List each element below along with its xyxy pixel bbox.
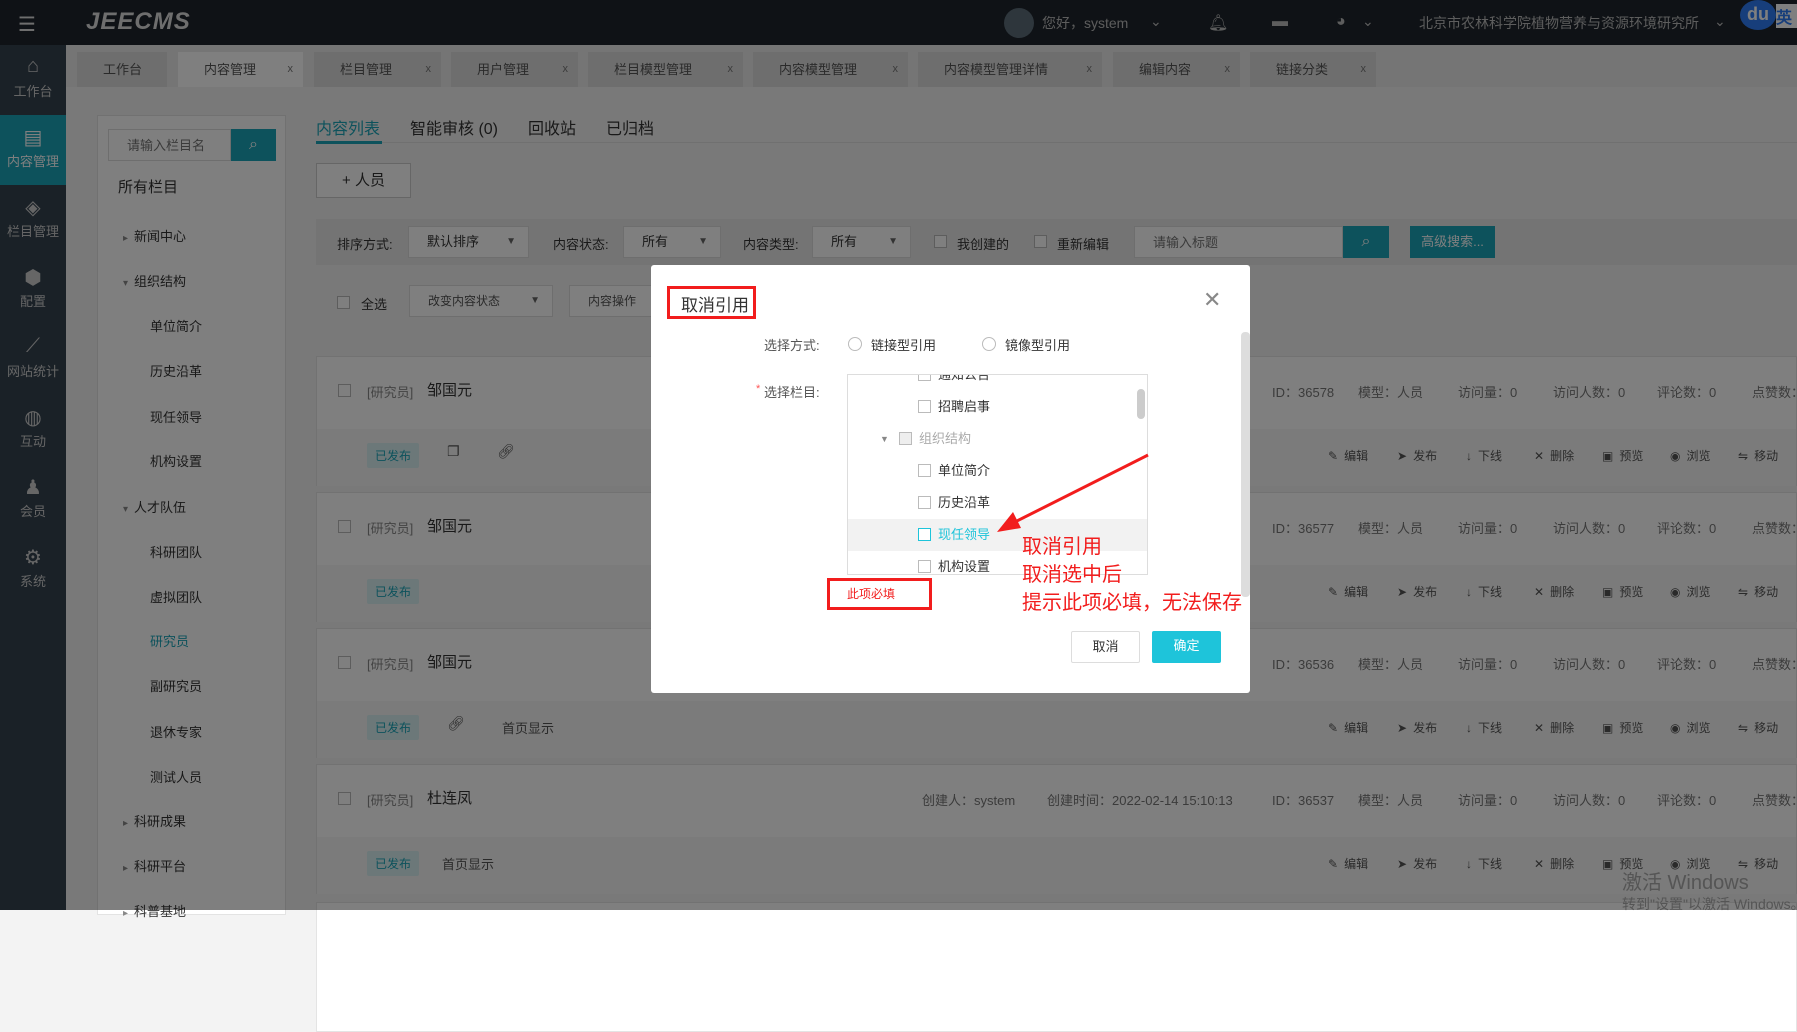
dialog-title: 取消引用 bbox=[681, 296, 749, 315]
column-checkbox[interactable] bbox=[918, 400, 931, 413]
dialog-scrollbar[interactable] bbox=[1241, 332, 1250, 597]
confirm-button[interactable]: 确定 bbox=[1152, 631, 1221, 663]
link-reference-label[interactable]: 链接型引用 bbox=[871, 335, 936, 354]
caret-down-icon[interactable]: ▼ bbox=[880, 423, 889, 455]
annotation-line2: 取消选中后 bbox=[1022, 564, 1122, 586]
column-label: 选择栏目: bbox=[764, 385, 820, 400]
column-label: 现任领导 bbox=[938, 527, 991, 542]
mirror-reference-radio[interactable] bbox=[982, 337, 996, 351]
column-label: 历史沿革 bbox=[938, 495, 991, 510]
column-tree-item[interactable]: 通知公告 bbox=[848, 374, 1147, 391]
tree-scrollbar[interactable] bbox=[1137, 389, 1145, 419]
column-label: 组织结构 bbox=[919, 431, 972, 446]
required-error: 此项必填 bbox=[847, 587, 896, 601]
column-tree-item[interactable]: 招聘启事 bbox=[848, 391, 1147, 423]
column-checkbox[interactable] bbox=[918, 375, 931, 381]
column-checkbox[interactable] bbox=[918, 528, 931, 541]
required-mark: * bbox=[756, 383, 761, 395]
column-checkbox[interactable] bbox=[918, 496, 931, 509]
annotation-arrow bbox=[997, 453, 1149, 532]
column-checkbox[interactable] bbox=[918, 560, 931, 573]
mirror-reference-label[interactable]: 镜像型引用 bbox=[1005, 335, 1070, 354]
annotation-line3: 提示此项必填，无法保存 bbox=[1022, 592, 1242, 614]
column-checkbox[interactable] bbox=[918, 464, 931, 477]
column-label: 通知公告 bbox=[938, 374, 991, 382]
cancel-reference-dialog: 取消引用 ✕ 选择方式: 链接型引用 镜像型引用 * 选择栏目: 通知公告招聘启… bbox=[651, 265, 1250, 693]
column-label: 招聘启事 bbox=[938, 399, 991, 414]
close-icon[interactable]: ✕ bbox=[1203, 287, 1221, 313]
link-reference-radio[interactable] bbox=[848, 337, 862, 351]
column-label: 单位简介 bbox=[938, 463, 991, 478]
content-card bbox=[316, 902, 1797, 1032]
cancel-button[interactable]: 取消 bbox=[1071, 631, 1140, 663]
column-label: 机构设置 bbox=[938, 559, 991, 574]
method-label: 选择方式: bbox=[764, 338, 820, 353]
column-checkbox[interactable] bbox=[899, 432, 912, 445]
